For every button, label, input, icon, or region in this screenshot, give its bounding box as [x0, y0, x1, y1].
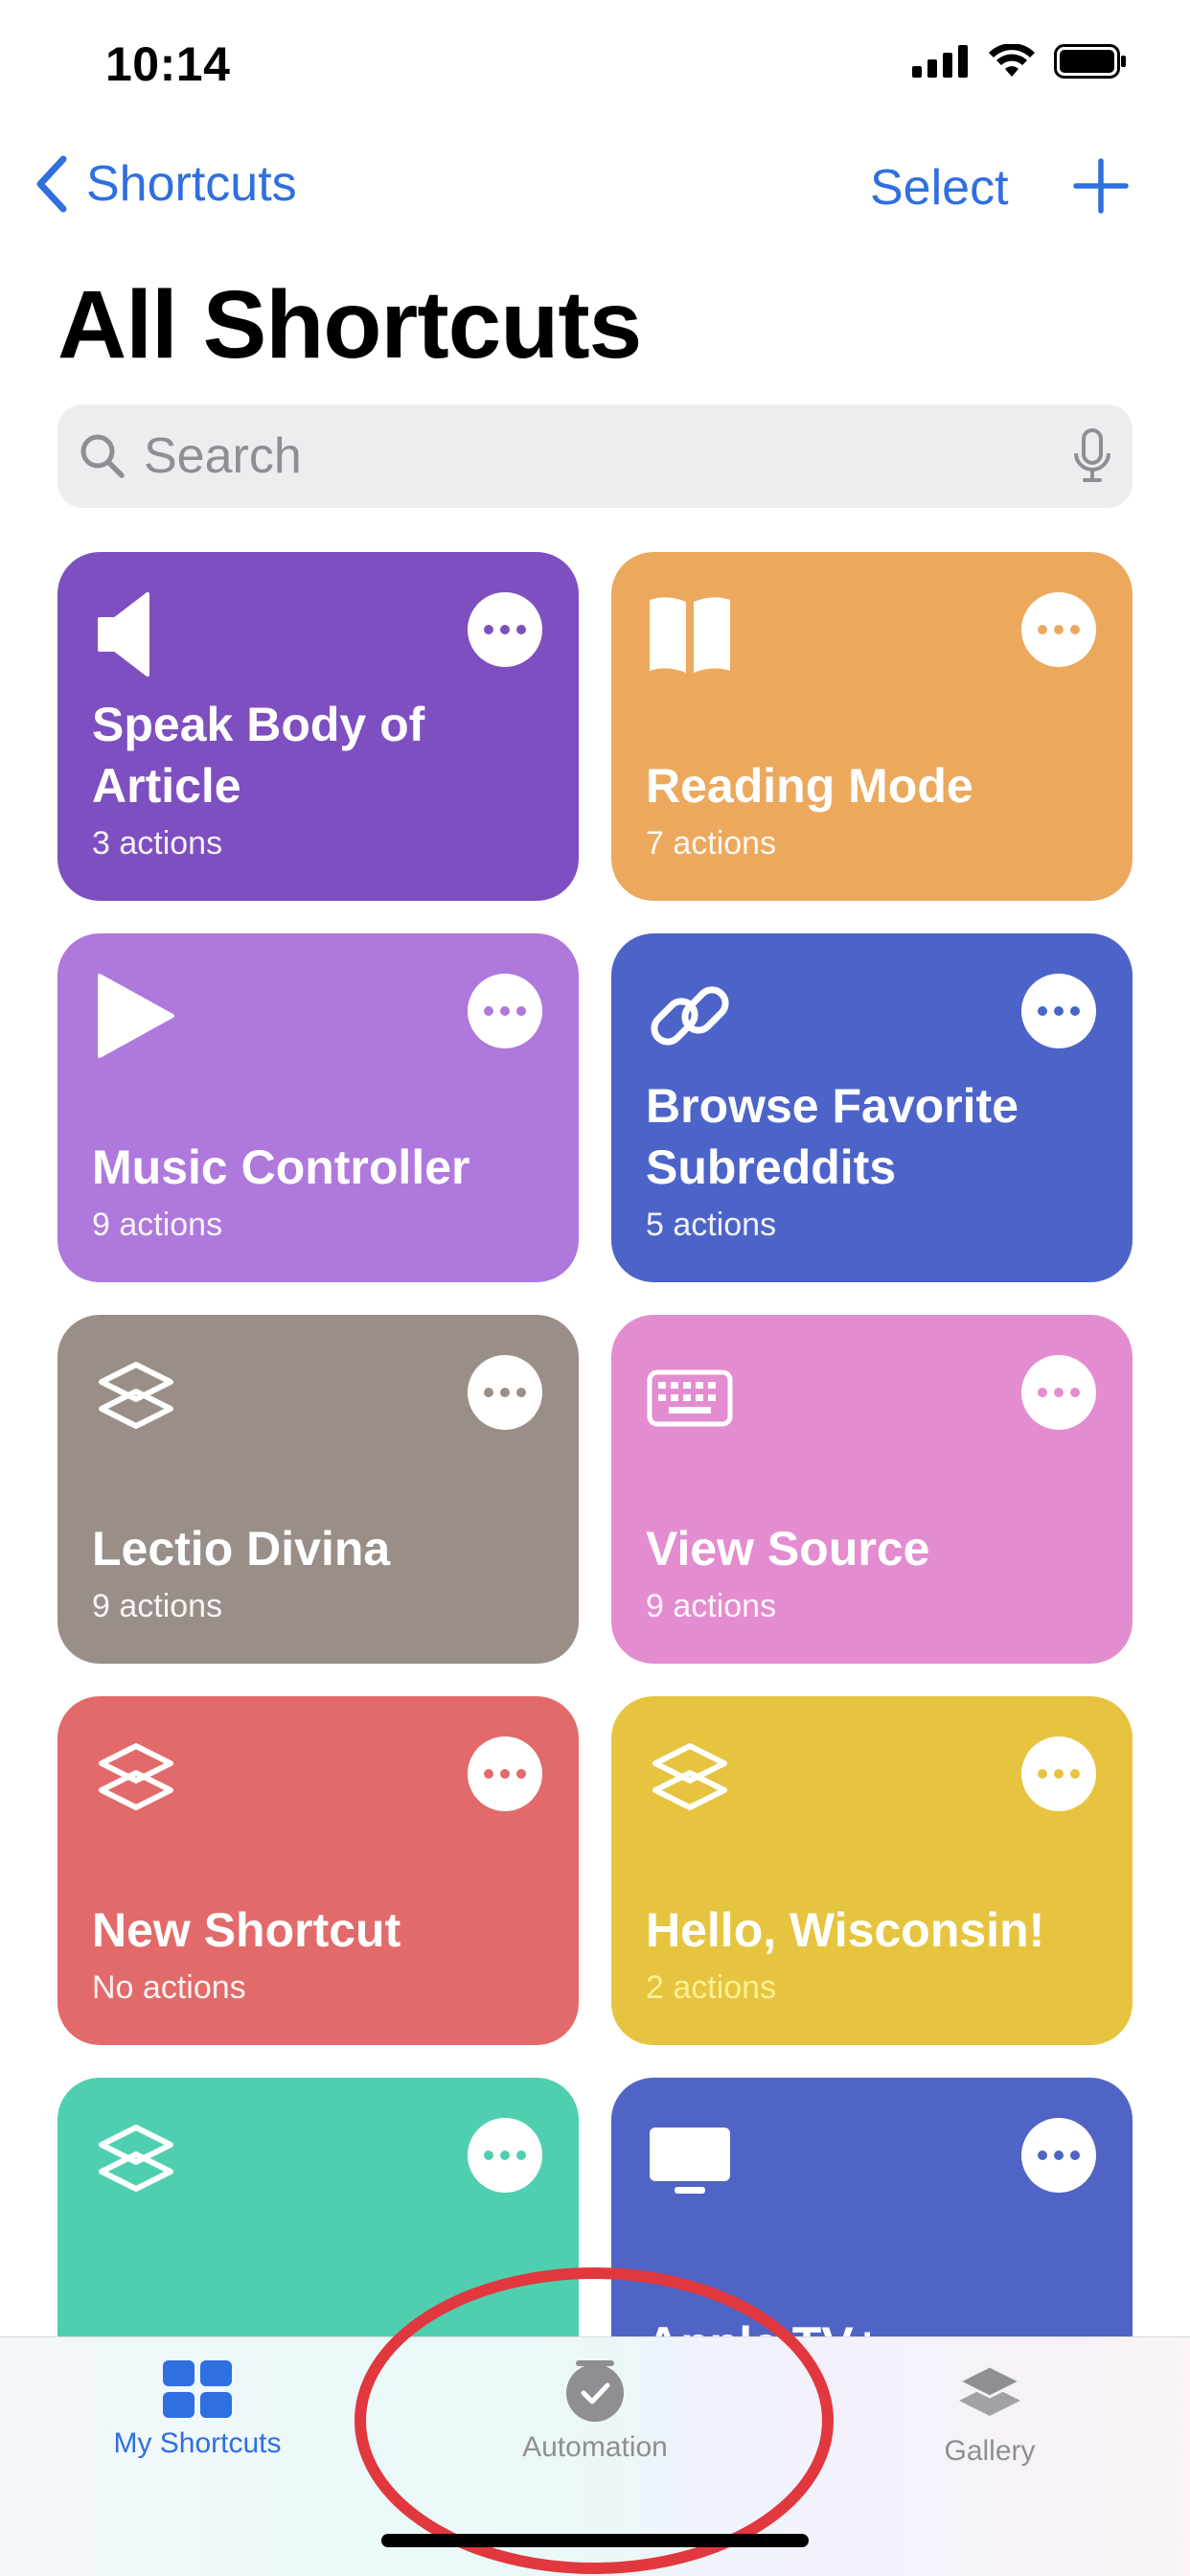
shortcut-action-count: 3 actions: [92, 825, 223, 862]
shortcut-card[interactable]: View Source 9 actions: [611, 1315, 1133, 1664]
more-options-button[interactable]: [1021, 1355, 1096, 1430]
more-options-button[interactable]: [1021, 592, 1096, 667]
shortcuts-layers-icon: [92, 1735, 180, 1823]
shortcut-card[interactable]: New Shortcut No actions: [57, 1696, 579, 2045]
search-bar[interactable]: [57, 404, 1133, 508]
page-title: All Shortcuts: [57, 271, 642, 379]
shortcut-text: Music Controller 9 actions: [92, 1137, 550, 1248]
shortcuts-layers-icon: [92, 2116, 180, 2204]
back-button[interactable]: Shortcuts: [34, 155, 297, 213]
shortcut-action-count: 7 actions: [646, 825, 777, 862]
wifi-icon: [989, 44, 1035, 77]
cellular-signal-icon: [912, 45, 968, 78]
shortcut-text: Hello, Wisconsin! 2 actions: [646, 1899, 1104, 2011]
play-icon: [92, 972, 180, 1060]
link-icon: [646, 972, 734, 1060]
speaker-icon: [92, 590, 180, 678]
search-input[interactable]: [144, 427, 1073, 485]
home-indicator[interactable]: [381, 2534, 809, 2547]
shortcut-title: Lectio Divina: [92, 1522, 391, 1576]
more-options-button[interactable]: [1021, 974, 1096, 1048]
clock-check-icon: [566, 2360, 624, 2422]
more-options-button[interactable]: [468, 1355, 542, 1430]
microphone-icon[interactable]: [1073, 428, 1111, 484]
shortcut-card[interactable]: Music Controller 9 actions: [57, 933, 579, 1282]
shortcut-text: View Source 9 actions: [646, 1518, 1104, 1629]
shortcut-title: New Shortcut: [92, 1903, 401, 1957]
tab-gallery-label: Gallery: [944, 2435, 1036, 2467]
shortcut-card[interactable]: Lectio Divina 9 actions: [57, 1315, 579, 1664]
add-shortcut-button[interactable]: [1073, 158, 1129, 218]
shortcut-title: Speak Body of Article: [92, 698, 425, 813]
shortcut-text: Speak Body of Article 3 actions: [92, 694, 550, 866]
shortcut-title: Music Controller: [92, 1140, 470, 1194]
shortcut-card[interactable]: Hello, Wisconsin! 2 actions: [611, 1696, 1133, 2045]
shortcut-text: New Shortcut No actions: [92, 1899, 550, 2011]
shortcut-action-count: No actions: [92, 1969, 246, 2006]
shortcut-card[interactable]: Browse Favorite Subreddits 5 actions: [611, 933, 1133, 1282]
tv-icon: [646, 2116, 734, 2204]
shortcuts-grid: Speak Body of Article 3 actions Reading Mo…: [57, 552, 1133, 2426]
shortcuts-layers-icon: [92, 1353, 180, 1441]
shortcut-title: Reading Mode: [646, 759, 973, 813]
tab-gallery[interactable]: Gallery: [865, 2360, 1114, 2468]
more-options-button[interactable]: [468, 974, 542, 1048]
more-options-button[interactable]: [468, 1736, 542, 1811]
more-options-button[interactable]: [468, 2118, 542, 2193]
shortcut-text: Reading Mode 7 actions: [646, 755, 1104, 866]
more-options-button[interactable]: [1021, 1736, 1096, 1811]
status-time: 10:14: [105, 37, 231, 91]
chevron-left-icon: [36, 155, 67, 213]
shortcut-title: Hello, Wisconsin!: [646, 1903, 1045, 1957]
select-button[interactable]: Select: [870, 159, 1009, 217]
grid-icon: [163, 2360, 232, 2418]
plus-icon: [1073, 158, 1129, 214]
shortcuts-layers-icon: [646, 1735, 734, 1823]
shortcut-text: Lectio Divina 9 actions: [92, 1518, 550, 1629]
layers-icon: [957, 2364, 1022, 2416]
back-button-label: Shortcuts: [86, 156, 297, 212]
more-options-button[interactable]: [468, 592, 542, 667]
shortcut-action-count: 5 actions: [646, 1207, 777, 1243]
tab-automation-label: Automation: [522, 2431, 668, 2463]
shortcut-action-count: 9 actions: [92, 1588, 223, 1624]
shortcut-action-count: 2 actions: [646, 1969, 777, 2006]
tab-automation[interactable]: Automation: [470, 2360, 720, 2464]
shortcut-text: Browse Favorite Subreddits 5 actions: [646, 1075, 1104, 1248]
tab-my-shortcuts[interactable]: My Shortcuts: [73, 2360, 322, 2460]
keyboard-icon: [646, 1353, 734, 1441]
shortcut-action-count: 9 actions: [646, 1588, 777, 1624]
search-icon: [80, 434, 125, 478]
screen: 10:14 Shortcuts Select All Shortcuts Sea…: [0, 0, 1190, 2576]
tab-my-shortcuts-label: My Shortcuts: [113, 2427, 282, 2459]
battery-icon: [1054, 44, 1126, 79]
shortcut-card[interactable]: Speak Body of Article 3 actions: [57, 552, 579, 901]
shortcut-title: Browse Favorite Subreddits: [646, 1079, 1019, 1194]
shortcut-card[interactable]: Reading Mode 7 actions: [611, 552, 1133, 901]
more-options-button[interactable]: [1021, 2118, 1096, 2193]
status-icons: [912, 44, 1127, 79]
book-icon: [646, 590, 734, 678]
shortcut-title: View Source: [646, 1522, 930, 1576]
shortcut-action-count: 9 actions: [92, 1207, 223, 1243]
